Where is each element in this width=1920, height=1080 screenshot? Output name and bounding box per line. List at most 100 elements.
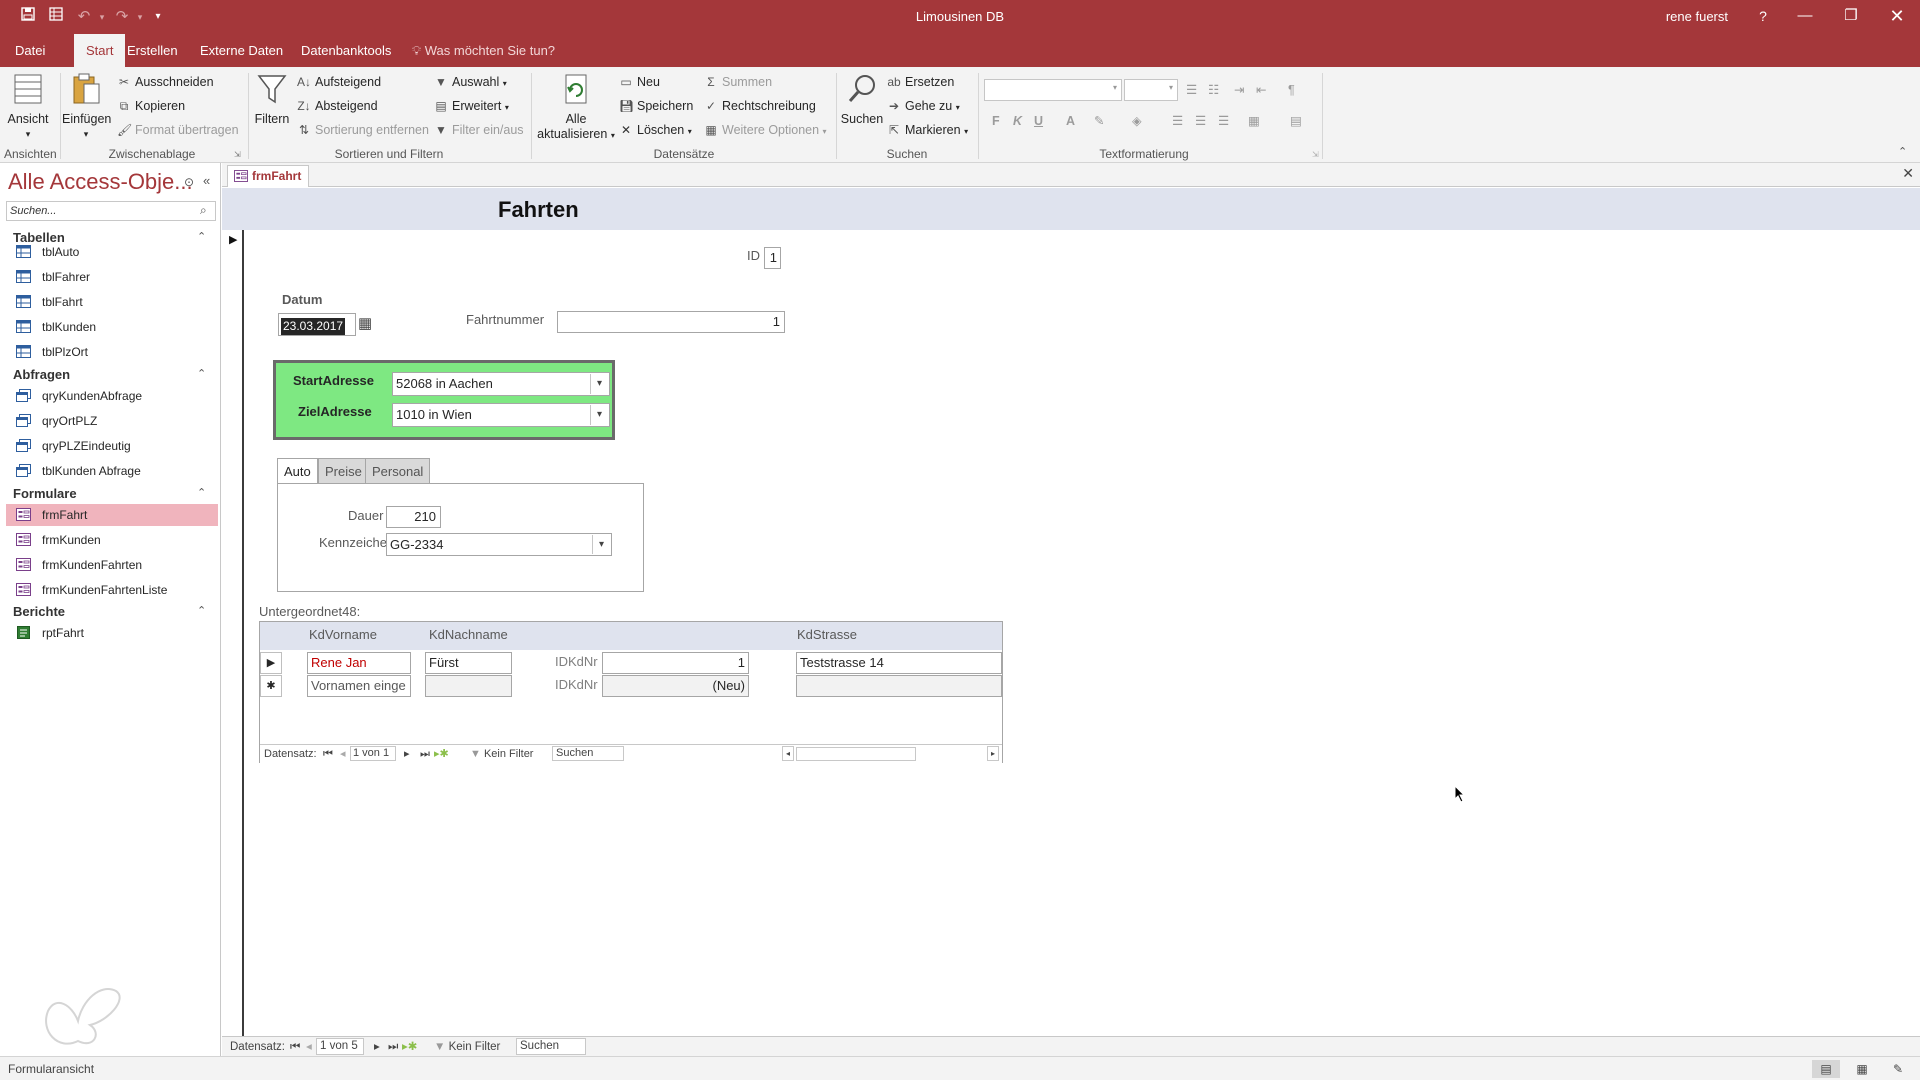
font-size-box[interactable]: ▾ [1124,79,1178,101]
nav-item-qryPLZEindeutig[interactable]: qryPLZEindeutig [6,435,218,457]
tab-frmFahrt[interactable]: frmFahrt [227,165,309,187]
no-filter-button[interactable]: ▼ Kein Filter [434,1039,500,1055]
tab-personal[interactable]: Personal [365,458,431,485]
scroll-right-icon[interactable]: ▸ [987,746,999,761]
absteigend-button[interactable]: Z↓ Absteigend [297,97,377,115]
italic-button[interactable]: K [1013,112,1022,130]
close-document-icon[interactable]: ✕ [1902,165,1914,182]
prev-record-icon[interactable]: ◂ [340,745,346,763]
last-record-icon[interactable]: ⏭ [388,1039,398,1055]
help-button[interactable]: ? [1740,0,1786,34]
aufsteigend-button[interactable]: A↓ Aufsteigend [297,73,381,91]
datum-field[interactable]: 23.03.2017 [278,313,356,336]
bullets-icon[interactable]: ☰ [1186,81,1197,99]
font-color-button[interactable]: A [1066,112,1075,130]
nav-item-qryKundenAbfrage[interactable]: qryKundenAbfrage [6,385,218,407]
einfuegen-button[interactable]: Einfügen ▾ [62,72,111,142]
tab-preise[interactable]: Preise [318,458,369,485]
tab-externe-daten[interactable]: Externe Daten [188,34,295,67]
align-right-icon[interactable]: ☰ [1218,112,1229,130]
new-record-icon[interactable]: ▸✱ [434,745,449,763]
bold-button[interactable]: F [992,112,1000,130]
record-position-input[interactable]: 1 von 5 [316,1038,364,1055]
indent-increase-icon[interactable]: ⇥ [1234,81,1244,99]
nav-item-tblFahrer[interactable]: tblFahrer [6,266,218,288]
nav-item-frmFahrt[interactable]: frmFahrt [6,504,218,526]
chevron-down-icon[interactable]: ▾ [590,405,608,425]
nav-item-tblKunden-Abfrage[interactable]: tblKunden Abfrage [6,460,218,482]
ersetzen-button[interactable]: ab Ersetzen [887,73,954,91]
tab-auto[interactable]: Auto [277,458,318,485]
align-left-icon[interactable]: ☰ [1172,112,1183,130]
suchen-button[interactable]: Suchen [840,72,884,127]
idkdnr-new-cell[interactable]: (Neu) [602,675,749,697]
tab-datenbanktools[interactable]: Datenbanktools [289,34,403,67]
nav-pane-title[interactable]: Alle Access-Obje... [8,169,193,195]
align-center-icon[interactable]: ☰ [1195,112,1206,130]
kdnachname-new-cell[interactable] [425,675,512,697]
font-name-box[interactable]: ▾ [984,79,1122,101]
nav-search-input[interactable]: Suchen... [6,201,216,221]
kdstrasse-new-cell[interactable] [796,675,1002,697]
calendar-icon[interactable]: ▦ [358,314,372,332]
next-record-icon[interactable]: ▸ [374,1039,380,1055]
kdvorname-new-cell[interactable]: Vornamen einge [307,675,411,697]
zieladresse-combo[interactable]: 1010 in Wien ▾ [392,403,610,427]
no-filter-button[interactable]: ▼ Kein Filter [470,745,533,763]
nav-menu-dropdown-icon[interactable]: ⊙ [184,175,194,189]
gridlines-icon[interactable]: ▤ [1290,112,1302,130]
fill-color-icon[interactable]: ◈ [1132,112,1142,130]
auswahl-button[interactable]: ▼ Auswahl ▾ [434,73,507,93]
weitere-optionen-button[interactable]: ▦ Weitere Optionen ▾ [704,121,826,141]
startadresse-combo[interactable]: 52068 in Aachen ▾ [392,372,610,396]
nav-item-frmKundenFahrtenListe[interactable]: frmKundenFahrtenListe [6,579,218,601]
close-button[interactable]: ✕ [1874,0,1920,34]
ausschneiden-button[interactable]: ✂ Ausschneiden [117,73,214,91]
shutter-bar-icon[interactable]: « [203,173,210,188]
nav-item-tblAuto[interactable]: tblAuto [6,241,218,263]
form-search-input[interactable]: Suchen [516,1038,586,1055]
gehe-zu-button[interactable]: ➔ Gehe zu ▾ [887,97,960,117]
highlight-icon[interactable]: ✎ [1094,112,1104,130]
text-format-launcher-icon[interactable]: ⇲ [1312,150,1319,159]
prev-record-icon[interactable]: ◂ [306,1039,312,1055]
layout-view-toggle-icon[interactable]: ▦ [1852,1060,1872,1078]
sortierung-entfernen-button[interactable]: ⇅ Sortierung entfernen [297,121,429,139]
nav-group-formulare[interactable]: Formulare ⌃ [13,486,206,501]
text-direction-icon[interactable]: ¶ [1288,81,1295,99]
subform-search-input[interactable]: Suchen [552,746,624,761]
new-record-icon[interactable]: ▸✱ [402,1039,417,1055]
form-view-toggle-icon[interactable]: ▤ [1812,1060,1840,1078]
summen-button[interactable]: Σ Summen [704,73,772,91]
id-field[interactable]: 1 [764,247,781,269]
underline-button[interactable]: U [1034,112,1043,130]
indent-decrease-icon[interactable]: ⇤ [1256,81,1266,99]
chevron-down-icon[interactable]: ▾ [592,535,610,554]
restore-button[interactable]: ❐ [1828,0,1874,34]
alle-aktualisieren-button[interactable]: Alle aktualisieren ▾ [536,72,616,143]
idkdnr-cell[interactable]: 1 [602,652,749,674]
kopieren-button[interactable]: ⧉ Kopieren [117,97,185,115]
new-row-selector[interactable]: ✱ [260,675,282,697]
collapse-ribbon-icon[interactable]: ⌃ [1898,145,1907,158]
nav-item-frmKundenFahrten[interactable]: frmKundenFahrten [6,554,218,576]
markieren-button[interactable]: ⇱ Markieren ▾ [887,121,968,141]
horizontal-scrollbar-thumb[interactable] [796,747,916,761]
clipboard-launcher-icon[interactable]: ⇲ [234,150,241,159]
kdstrasse-cell[interactable]: Teststrasse 14 [796,652,1002,674]
ansicht-button[interactable]: Ansicht ▾ [4,72,52,142]
nav-item-tblPlzOrt[interactable]: tblPlzOrt [6,341,218,363]
neu-button[interactable]: ▭ Neu [619,73,660,91]
numbering-icon[interactable]: ☷ [1208,81,1219,99]
design-view-toggle-icon[interactable]: ✎ [1888,1060,1908,1078]
kdnachname-cell[interactable]: Fürst [425,652,512,674]
erweitert-button[interactable]: ▤ Erweitert ▾ [434,97,509,117]
conditional-format-icon[interactable]: ▦ [1248,112,1260,130]
filtern-button[interactable]: Filtern [252,72,292,127]
nav-item-tblKunden[interactable]: tblKunden [6,316,218,338]
speichern-button[interactable]: 💾︎ Speichern [619,97,693,115]
loeschen-button[interactable]: ✕ Löschen ▾ [619,121,692,141]
format-uebertragen-button[interactable]: 🖌︎ Format übertragen [117,121,239,139]
user-name[interactable]: rene fuerst [1666,9,1728,24]
dauer-field[interactable]: 210 [386,506,441,528]
